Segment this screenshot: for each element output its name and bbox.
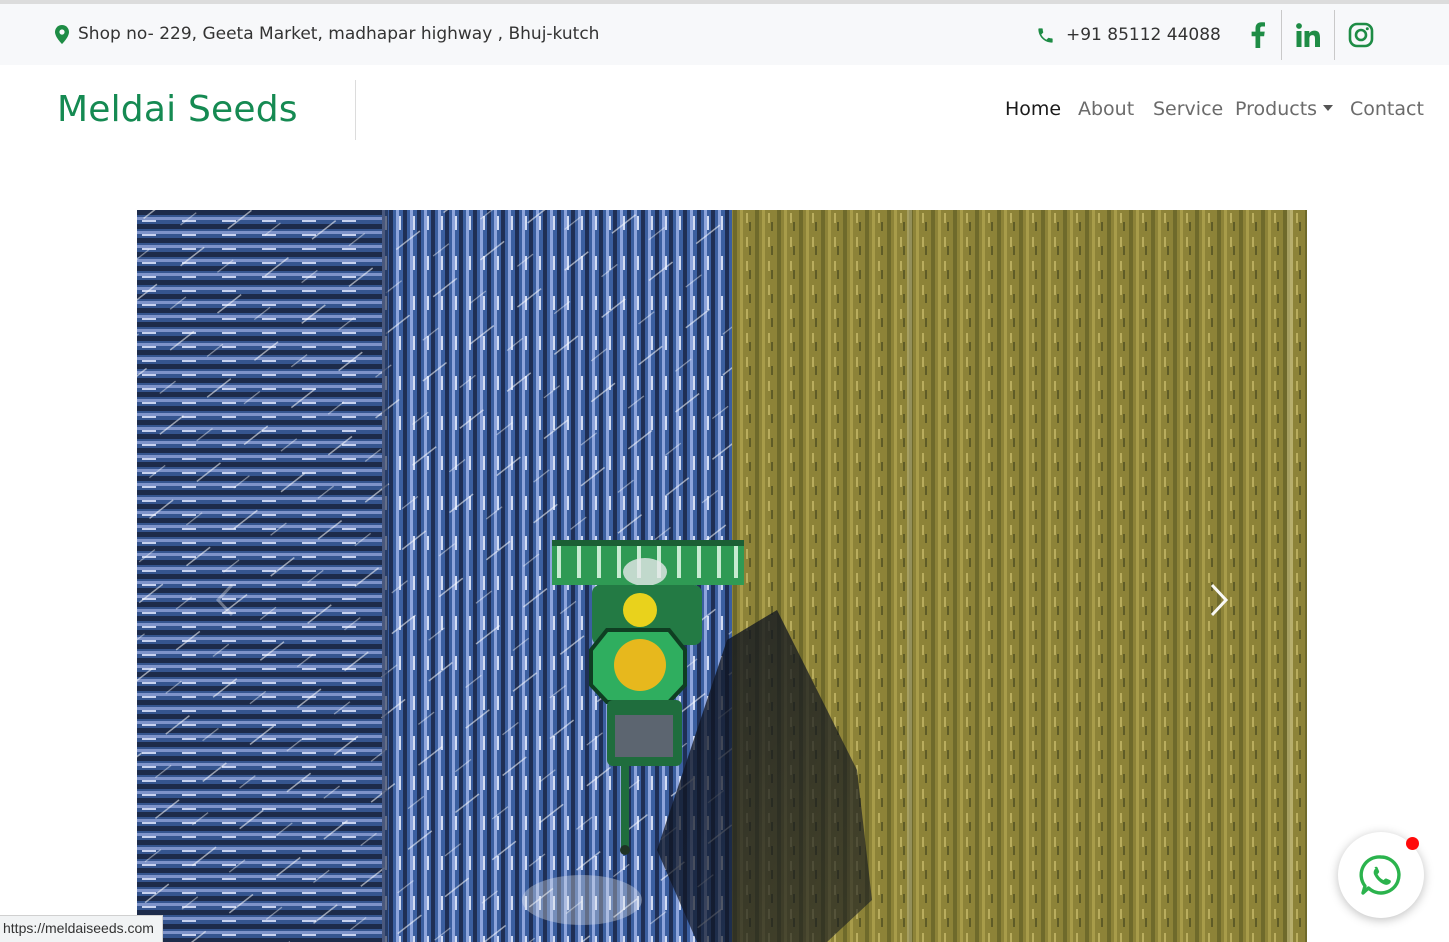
facebook-icon [1251, 22, 1265, 48]
instagram-link[interactable] [1334, 10, 1386, 60]
facebook-link[interactable] [1236, 10, 1280, 60]
nav-item-about[interactable]: About [1078, 98, 1134, 120]
hero-carousel [137, 210, 1307, 942]
nav-item-contact[interactable]: Contact [1350, 98, 1424, 120]
brand-logo-text[interactable]: Meldai Seeds [57, 89, 298, 130]
phone-text: +91 85112 44088 [1066, 25, 1221, 45]
address-info: Shop no- 229, Geeta Market, madhapar hig… [55, 24, 599, 44]
carousel-prev-button[interactable] [205, 580, 245, 620]
notification-dot [1406, 837, 1419, 850]
nav-item-products-label: Products [1235, 98, 1318, 120]
carousel-next-button[interactable] [1199, 580, 1239, 620]
caret-down-icon [1323, 104, 1334, 111]
linkedin-icon [1295, 23, 1320, 47]
chevron-left-icon [215, 583, 234, 617]
phone-info[interactable]: +91 85112 44088 [1036, 25, 1221, 45]
brand-divider [355, 80, 356, 140]
instagram-icon [1348, 22, 1373, 48]
browser-status-url: https://meldaiseeds.com [0, 915, 163, 942]
location-pin-icon [55, 24, 69, 44]
chevron-right-icon [1210, 583, 1229, 617]
nav-item-service[interactable]: Service [1153, 98, 1223, 120]
top-info-bar: Shop no- 229, Geeta Market, madhapar hig… [0, 4, 1449, 65]
whatsapp-icon [1359, 855, 1401, 895]
nav-item-products[interactable]: Products [1235, 98, 1334, 120]
hero-image-harvester-field [137, 210, 1307, 942]
main-navbar: Meldai Seeds Home About Service Products… [0, 65, 1449, 160]
nav-item-home[interactable]: Home [1005, 98, 1061, 120]
linkedin-link[interactable] [1281, 10, 1333, 60]
address-text: Shop no- 229, Geeta Market, madhapar hig… [78, 24, 600, 44]
phone-icon [1038, 27, 1053, 43]
